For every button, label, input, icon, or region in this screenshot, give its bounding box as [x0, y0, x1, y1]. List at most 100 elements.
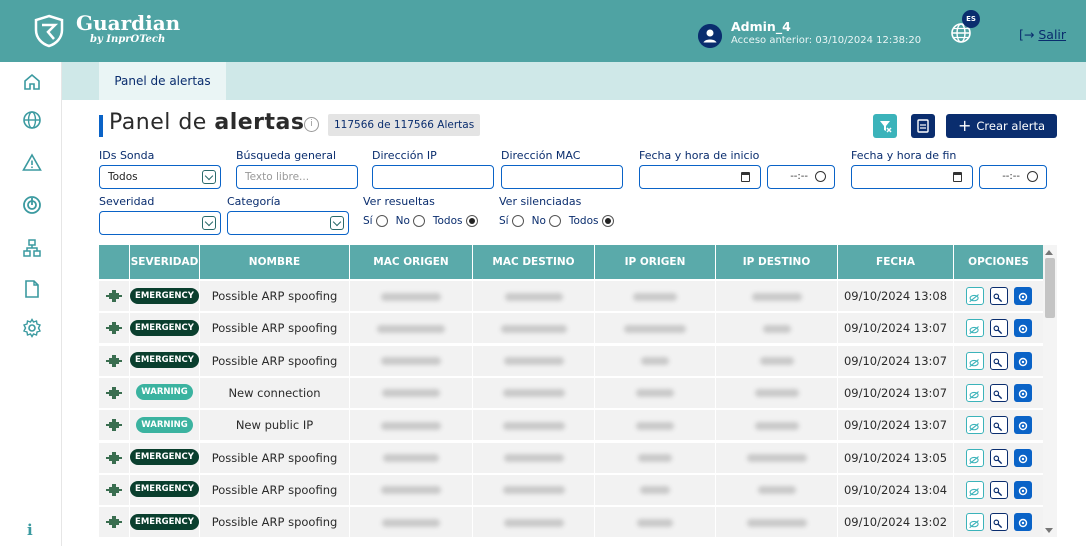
- inspect-alert-button[interactable]: [990, 416, 1008, 435]
- ip-input[interactable]: [372, 165, 494, 189]
- gear-icon[interactable]: [22, 318, 42, 338]
- settings-alert-button[interactable]: [1014, 416, 1032, 435]
- alert-icon[interactable]: [22, 153, 42, 173]
- resolved-no-radio[interactable]: [412, 215, 425, 227]
- user-avatar-icon[interactable]: [698, 24, 722, 48]
- create-alert-button[interactable]: + Crear alerta: [946, 114, 1057, 138]
- brand[interactable]: Guardian by InprOTech: [76, 12, 180, 46]
- settings-alert-button[interactable]: [1014, 383, 1032, 402]
- table-row[interactable]: EMERGENCY Possible ARP spoofing 09/10/2024…: [99, 474, 1043, 505]
- page-title-bold: alertas: [214, 110, 305, 135]
- table-row[interactable]: EMERGENCY Possible ARP spoofing 09/10/2024…: [99, 281, 1043, 311]
- inspect-alert-button[interactable]: [990, 351, 1008, 370]
- col-nombre[interactable]: NOMBRE: [200, 245, 350, 279]
- table-row[interactable]: EMERGENCY Possible ARP spoofing 09/10/2024…: [99, 507, 1043, 538]
- ids-sonda-value: Todos: [108, 171, 138, 183]
- table-row[interactable]: EMERGENCY Possible ARP spoofing 09/10/2024…: [99, 345, 1043, 376]
- col-mac-origen[interactable]: MAC ORIGEN: [350, 245, 473, 279]
- cell-severity: EMERGENCY: [130, 313, 200, 344]
- silence-alert-button[interactable]: [966, 383, 984, 402]
- table-row[interactable]: WARNING New connection 09/10/2024 13:07: [99, 377, 1043, 408]
- resolved-all-radio[interactable]: [465, 215, 478, 227]
- col-ip-destino[interactable]: IP DESTINO: [716, 245, 838, 279]
- col-mac-destino[interactable]: MAC DESTINO: [473, 245, 595, 279]
- end-date-input[interactable]: [851, 165, 973, 189]
- silence-alert-button[interactable]: [966, 287, 984, 305]
- inspect-alert-button[interactable]: [990, 448, 1008, 467]
- info-icon[interactable]: i: [27, 521, 33, 539]
- settings-alert-button[interactable]: [1014, 319, 1032, 338]
- radio-label: Todos: [432, 215, 463, 227]
- logout-icon: [→: [1019, 27, 1035, 42]
- inspect-alert-button[interactable]: [990, 319, 1008, 338]
- scroll-up-arrow[interactable]: [1045, 250, 1053, 255]
- silenced-all-radio[interactable]: [601, 215, 614, 227]
- silence-alert-button[interactable]: [966, 513, 984, 532]
- inspect-alert-button[interactable]: [990, 480, 1008, 499]
- col-fecha[interactable]: FECHA: [838, 245, 954, 279]
- redacted-value: [382, 518, 440, 527]
- settings-alert-button[interactable]: [1014, 351, 1032, 370]
- col-ip-origen[interactable]: IP ORIGEN: [595, 245, 716, 279]
- settings-alert-button[interactable]: [1014, 513, 1032, 532]
- silence-alert-button[interactable]: [966, 480, 984, 499]
- silenced-no-radio[interactable]: [548, 215, 561, 227]
- home-icon[interactable]: [22, 72, 42, 92]
- tab-panel-alertas[interactable]: Panel de alertas: [99, 62, 226, 100]
- cell-options: [954, 281, 1043, 311]
- info-circle-icon[interactable]: i: [304, 117, 319, 132]
- severity-select[interactable]: [99, 211, 221, 235]
- silence-alert-button[interactable]: [966, 448, 984, 467]
- globe-icon[interactable]: [22, 110, 42, 130]
- eye-off-icon: [969, 455, 979, 464]
- silence-alert-button[interactable]: [966, 351, 984, 370]
- eye-off-icon: [969, 487, 979, 496]
- cell-date: 09/10/2024 13:07: [838, 345, 954, 376]
- fecha-inicio-label: Fecha y hora de inicio: [639, 149, 760, 162]
- last-access: Acceso anterior: 03/10/2024 12:38:20: [731, 35, 922, 46]
- gear-icon: [1018, 389, 1028, 399]
- col-severidad[interactable]: SEVERIDAD: [130, 245, 200, 279]
- document-icon[interactable]: [22, 279, 42, 299]
- category-select[interactable]: [227, 211, 349, 235]
- resolved-yes-radio[interactable]: [375, 215, 388, 227]
- silence-alert-button[interactable]: [966, 319, 984, 338]
- start-time-input[interactable]: --:--: [767, 165, 835, 189]
- clear-filter-button[interactable]: [873, 114, 897, 138]
- ids-sonda-select[interactable]: Todos: [99, 165, 221, 189]
- eye-off-icon: [969, 391, 979, 399]
- end-time-input[interactable]: --:--: [979, 165, 1047, 189]
- wrench-icon: [993, 422, 1003, 432]
- redacted-value: [502, 389, 565, 398]
- network-icon[interactable]: [22, 238, 42, 258]
- silence-alert-button[interactable]: [966, 416, 984, 435]
- inspect-alert-button[interactable]: [990, 287, 1008, 305]
- resolved-radio-group: Sí No Todos: [363, 215, 486, 227]
- severidad-label: Severidad: [99, 195, 155, 208]
- redacted-value: [762, 324, 791, 333]
- cell-name: Possible ARP spoofing: [200, 474, 350, 505]
- radio-label: Sí: [499, 215, 509, 227]
- settings-alert-button[interactable]: [1014, 448, 1032, 467]
- search-input[interactable]: Texto libre...: [236, 165, 358, 189]
- table-row[interactable]: WARNING New public IP 09/10/2024 13:07: [99, 410, 1043, 441]
- scroll-down-arrow[interactable]: [1045, 528, 1053, 533]
- gear-icon: [1018, 518, 1028, 528]
- export-button[interactable]: [911, 114, 935, 138]
- cell-ip-destino: [716, 442, 838, 473]
- scrollbar-thumb[interactable]: [1045, 258, 1055, 318]
- settings-alert-button[interactable]: [1014, 480, 1032, 499]
- table-row[interactable]: EMERGENCY Possible ARP spoofing 09/10/2024…: [99, 313, 1043, 344]
- mac-input[interactable]: [501, 165, 623, 189]
- inspect-alert-button[interactable]: [990, 513, 1008, 532]
- table-row[interactable]: EMERGENCY Possible ARP spoofing 09/10/2024…: [99, 442, 1043, 473]
- start-date-input[interactable]: [639, 165, 761, 189]
- settings-alert-button[interactable]: [1014, 287, 1032, 305]
- radar-icon[interactable]: [22, 195, 42, 215]
- redacted-value: [757, 486, 796, 495]
- language-badge[interactable]: ES: [962, 10, 980, 28]
- logout-link[interactable]: [→ Salir: [1019, 27, 1066, 42]
- cell-name: New connection: [200, 377, 350, 408]
- inspect-alert-button[interactable]: [990, 383, 1008, 402]
- silenced-yes-radio[interactable]: [511, 215, 524, 227]
